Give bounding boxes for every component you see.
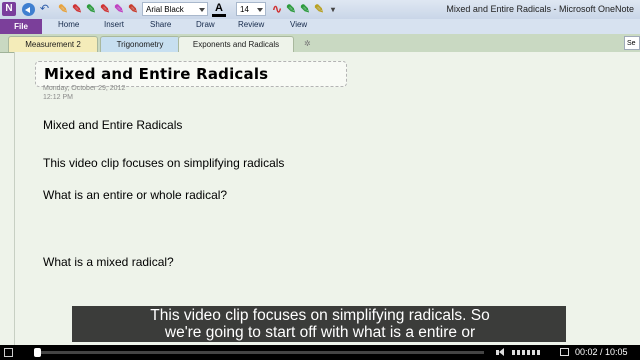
seek-handle[interactable] bbox=[34, 348, 41, 357]
green-pen-3-icon[interactable]: ✎ bbox=[298, 2, 312, 17]
ribbon-tabs: File Home Insert Share Draw Review View bbox=[0, 19, 640, 35]
volume-level-bar[interactable] bbox=[537, 350, 540, 355]
note-page: Mixed and Entire Radicals Monday, Octobe… bbox=[14, 52, 640, 345]
playback-time: 00:02 / 10:05 bbox=[575, 347, 628, 357]
onenote-window: N ↶ ✎ ✎ ✎ ✎ ✎ ✎ Arial Black A 14 ∿ ✎ ✎ ✎… bbox=[0, 0, 640, 345]
font-color-button[interactable]: A bbox=[212, 2, 226, 17]
title-bar: N ↶ ✎ ✎ ✎ ✎ ✎ ✎ Arial Black A 14 ∿ ✎ ✎ ✎… bbox=[0, 0, 640, 20]
tab-view[interactable]: View bbox=[290, 20, 307, 29]
undo-icon[interactable]: ↶ bbox=[38, 3, 51, 16]
back-icon[interactable] bbox=[22, 3, 35, 16]
pen-icon[interactable]: ✎ bbox=[126, 2, 140, 17]
video-subtitle: This video clip focuses on simplifying r… bbox=[72, 306, 566, 342]
volume-level-bar[interactable] bbox=[532, 350, 535, 355]
magenta-pen-icon[interactable]: ✎ bbox=[112, 2, 126, 17]
volume-level-bar[interactable] bbox=[512, 350, 515, 355]
page-date: Monday, October 29, 2012 bbox=[43, 85, 126, 92]
page-title[interactable]: Mixed and Entire Radicals bbox=[44, 65, 268, 83]
font-size-select[interactable]: 14 bbox=[236, 2, 266, 16]
volume-level-bar[interactable] bbox=[527, 350, 530, 355]
tab-draw[interactable]: Draw bbox=[196, 20, 215, 29]
onenote-app-icon[interactable]: N bbox=[2, 2, 16, 16]
note-line[interactable]: This video clip focuses on simplifying r… bbox=[43, 156, 284, 170]
chevron-down-icon bbox=[257, 8, 263, 12]
font-name-value: Arial Black bbox=[146, 5, 184, 14]
note-line[interactable]: What is an entire or whole radical? bbox=[43, 188, 227, 202]
file-tab[interactable]: File bbox=[0, 19, 42, 34]
page-title-container[interactable]: Mixed and Entire Radicals bbox=[35, 61, 347, 87]
green-pen-icon[interactable]: ✎ bbox=[84, 2, 98, 17]
font-name-select[interactable]: Arial Black bbox=[142, 2, 208, 16]
highlighter-icon[interactable]: ✎ bbox=[56, 2, 70, 17]
volume-level-bar[interactable] bbox=[517, 350, 520, 355]
section-tab-trigonometry[interactable]: Trigonometry bbox=[100, 36, 180, 52]
red-pen-icon[interactable]: ✎ bbox=[70, 2, 84, 17]
customize-toolbar-icon[interactable]: ▾ bbox=[326, 2, 340, 17]
green-pen-2-icon[interactable]: ✎ bbox=[284, 2, 298, 17]
lasso-icon[interactable]: ∿ bbox=[270, 2, 284, 17]
tab-home[interactable]: Home bbox=[58, 20, 79, 29]
note-line[interactable]: Mixed and Entire Radicals bbox=[43, 118, 182, 132]
section-tab-exponents-and-radicals[interactable]: Exponents and Radicals bbox=[178, 36, 294, 53]
search-input[interactable]: Se bbox=[624, 36, 640, 50]
section-tab-measurement-2[interactable]: Measurement 2 bbox=[8, 36, 98, 52]
note-line[interactable]: What is a mixed radical? bbox=[43, 255, 174, 269]
fullscreen-icon[interactable] bbox=[560, 348, 569, 356]
red-pen-2-icon[interactable]: ✎ bbox=[98, 2, 112, 17]
tab-insert[interactable]: Insert bbox=[104, 20, 124, 29]
subtitle-line-2: we're going to start off with what is a … bbox=[164, 324, 476, 341]
volume-level-bar[interactable] bbox=[522, 350, 525, 355]
stop-icon[interactable] bbox=[4, 348, 13, 357]
page-time: 12:12 PM bbox=[43, 94, 73, 101]
tab-review[interactable]: Review bbox=[238, 20, 264, 29]
section-tabs: Measurement 2 Trigonometry Exponents and… bbox=[0, 34, 640, 53]
chevron-down-icon bbox=[199, 8, 205, 12]
seek-bar[interactable] bbox=[34, 348, 484, 357]
volume-icon[interactable] bbox=[496, 348, 506, 357]
yellow-pen-icon[interactable]: ✎ bbox=[312, 2, 326, 17]
add-section-icon[interactable]: ✲ bbox=[304, 39, 311, 48]
video-player-controls: 00:02 / 10:05 bbox=[0, 345, 640, 360]
subtitle-line-1: This video clip focuses on simplifying r… bbox=[150, 307, 490, 324]
window-title: Mixed and Entire Radicals - Microsoft On… bbox=[446, 4, 634, 14]
font-size-value: 14 bbox=[240, 5, 249, 14]
tab-share[interactable]: Share bbox=[150, 20, 171, 29]
